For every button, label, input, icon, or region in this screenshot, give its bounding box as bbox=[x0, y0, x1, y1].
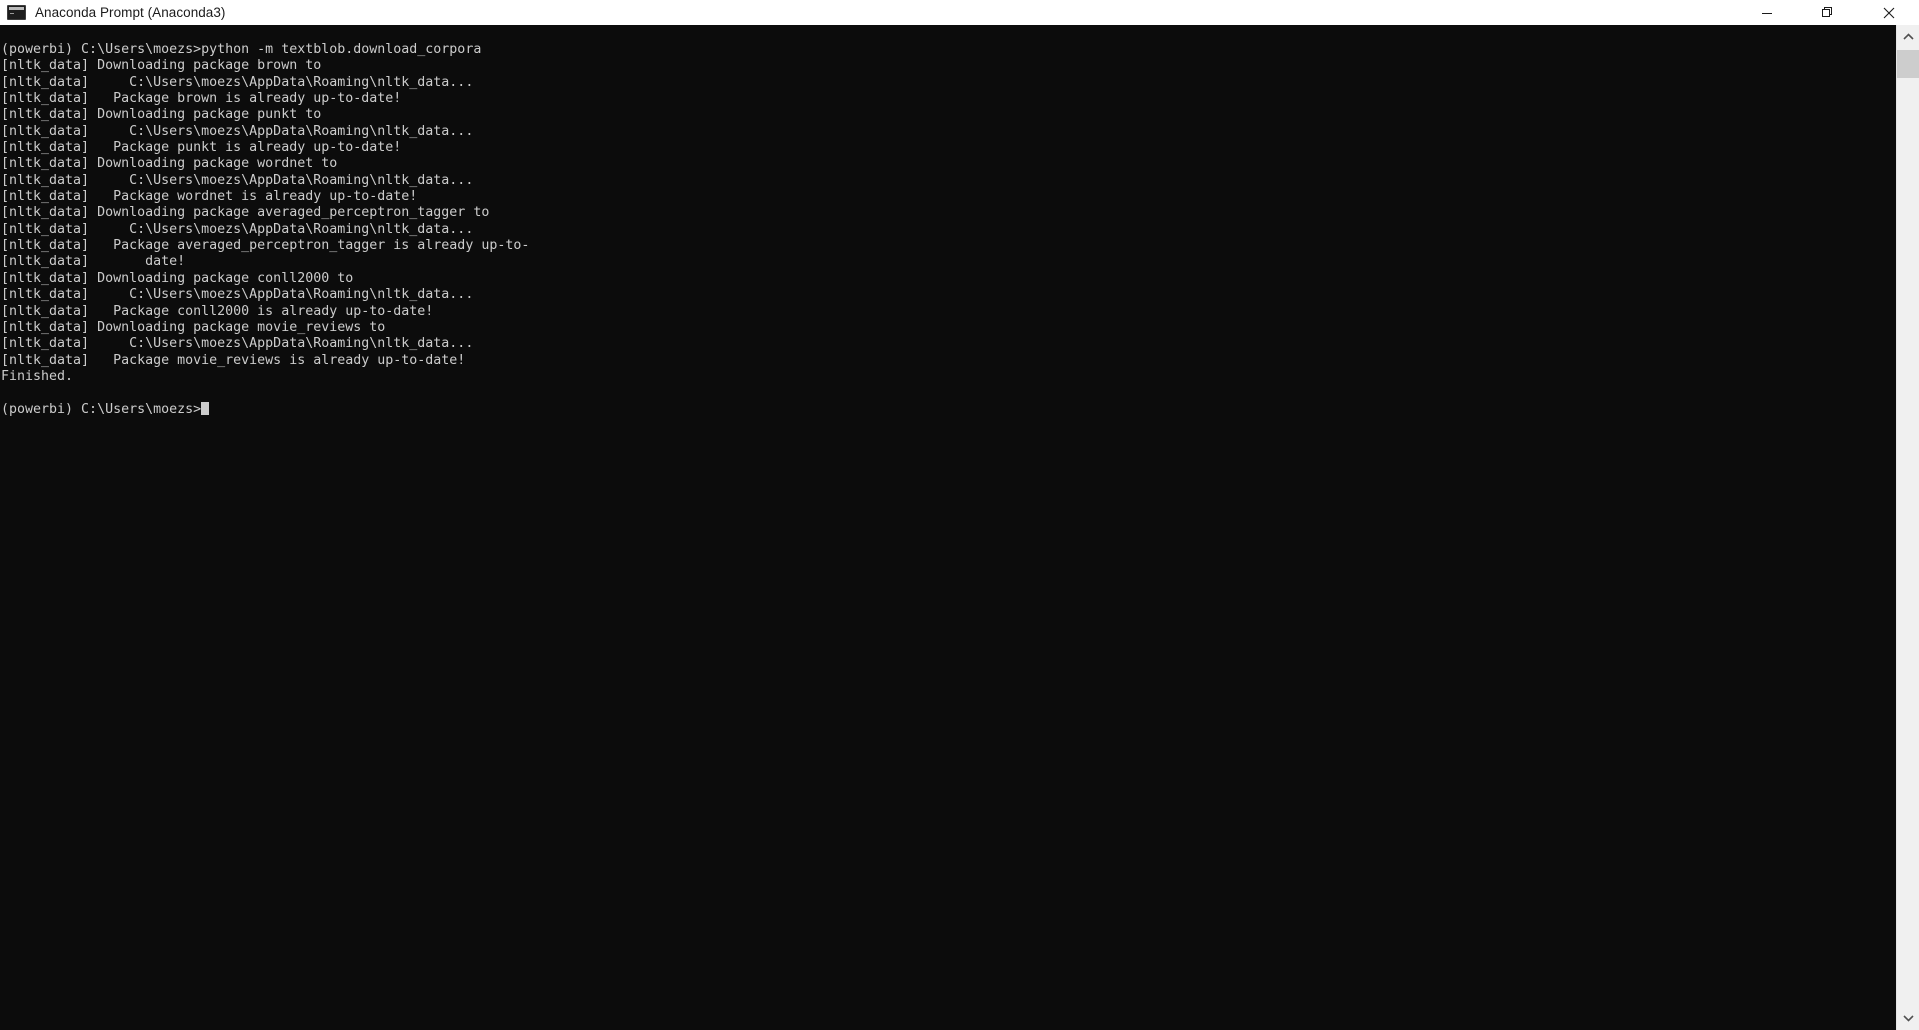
window-titlebar[interactable]: Anaconda Prompt (Anaconda3) bbox=[0, 0, 1919, 25]
block-cursor bbox=[201, 402, 209, 415]
anaconda-prompt-window: Anaconda Prompt (Anaconda3) bbox=[0, 0, 1919, 1030]
terminal-line: [nltk_data] Package conll2000 is already… bbox=[1, 304, 529, 320]
terminal-line bbox=[1, 385, 529, 401]
terminal-line: [nltk_data] Package averaged_perceptron_… bbox=[1, 238, 529, 254]
terminal-line: [nltk_data] C:\Users\moezs\AppData\Roami… bbox=[1, 287, 529, 303]
scroll-up-button[interactable] bbox=[1897, 25, 1919, 49]
minimize-button[interactable] bbox=[1736, 0, 1797, 25]
terminal-line: [nltk_data] C:\Users\moezs\AppData\Roami… bbox=[1, 75, 529, 91]
close-icon bbox=[1883, 7, 1895, 19]
terminal-line: [nltk_data] Downloading package conll200… bbox=[1, 271, 529, 287]
terminal-line: [nltk_data] Downloading package movie_re… bbox=[1, 320, 529, 336]
terminal-line: [nltk_data] Package brown is already up-… bbox=[1, 91, 529, 107]
terminal-line: [nltk_data] C:\Users\moezs\AppData\Roami… bbox=[1, 124, 529, 140]
terminal-line: (powerbi) C:\Users\moezs>python -m textb… bbox=[1, 42, 529, 58]
terminal-text: (powerbi) C:\Users\moezs>python -m textb… bbox=[1, 42, 529, 418]
terminal-line: [nltk_data] C:\Users\moezs\AppData\Roami… bbox=[1, 222, 529, 238]
minimize-icon bbox=[1761, 7, 1773, 19]
terminal-line: [nltk_data] C:\Users\moezs\AppData\Roami… bbox=[1, 173, 529, 189]
terminal-line: [nltk_data] Downloading package averaged… bbox=[1, 205, 529, 221]
titlebar-left-group: Anaconda Prompt (Anaconda3) bbox=[0, 0, 225, 25]
window-title: Anaconda Prompt (Anaconda3) bbox=[35, 0, 225, 25]
restore-icon bbox=[1822, 7, 1834, 19]
terminal-line: [nltk_data] Package punkt is already up-… bbox=[1, 140, 529, 156]
terminal-line: [nltk_data] Downloading package wordnet … bbox=[1, 156, 529, 172]
terminal-line: [nltk_data] Package wordnet is already u… bbox=[1, 189, 529, 205]
scrollbar-thumb[interactable] bbox=[1897, 50, 1919, 78]
terminal-line: [nltk_data] C:\Users\moezs\AppData\Roami… bbox=[1, 336, 529, 352]
terminal-line: [nltk_data] date! bbox=[1, 254, 529, 270]
scrollbar-track[interactable] bbox=[1897, 78, 1919, 1006]
chevron-down-icon bbox=[1903, 1009, 1914, 1027]
console-icon bbox=[7, 5, 26, 20]
window-controls bbox=[1736, 0, 1919, 25]
terminal-line: [nltk_data] Downloading package brown to bbox=[1, 58, 529, 74]
restore-button[interactable] bbox=[1797, 0, 1858, 25]
terminal-line: (powerbi) C:\Users\moezs> bbox=[1, 402, 529, 418]
terminal-line: [nltk_data] Package movie_reviews is alr… bbox=[1, 353, 529, 369]
scroll-down-button[interactable] bbox=[1897, 1006, 1919, 1030]
vertical-scrollbar[interactable] bbox=[1896, 25, 1919, 1030]
close-button[interactable] bbox=[1858, 0, 1919, 25]
chevron-up-icon bbox=[1903, 28, 1914, 46]
terminal-line: [nltk_data] Downloading package punkt to bbox=[1, 107, 529, 123]
terminal-line: Finished. bbox=[1, 369, 529, 385]
terminal-output-area[interactable]: (powerbi) C:\Users\moezs>python -m textb… bbox=[0, 25, 1919, 1030]
